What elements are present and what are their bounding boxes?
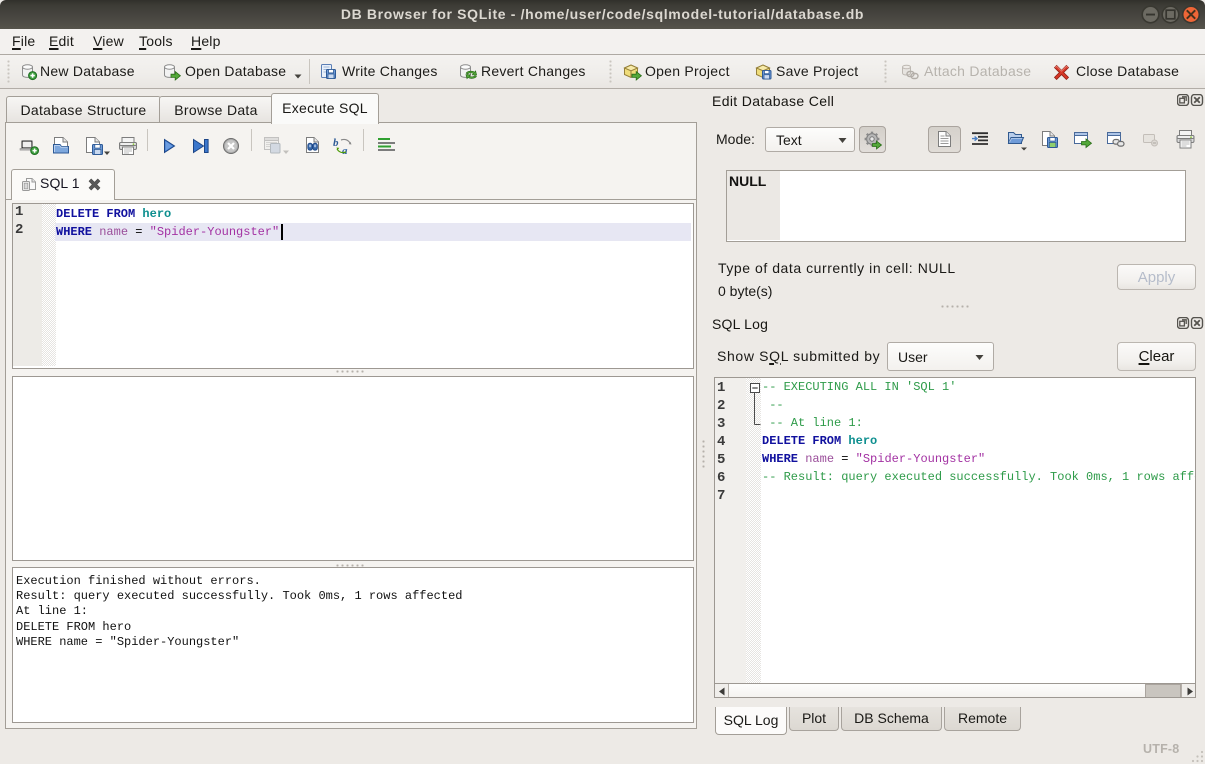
svg-text:b: b	[333, 137, 339, 149]
svg-text:a: a	[342, 145, 348, 156]
